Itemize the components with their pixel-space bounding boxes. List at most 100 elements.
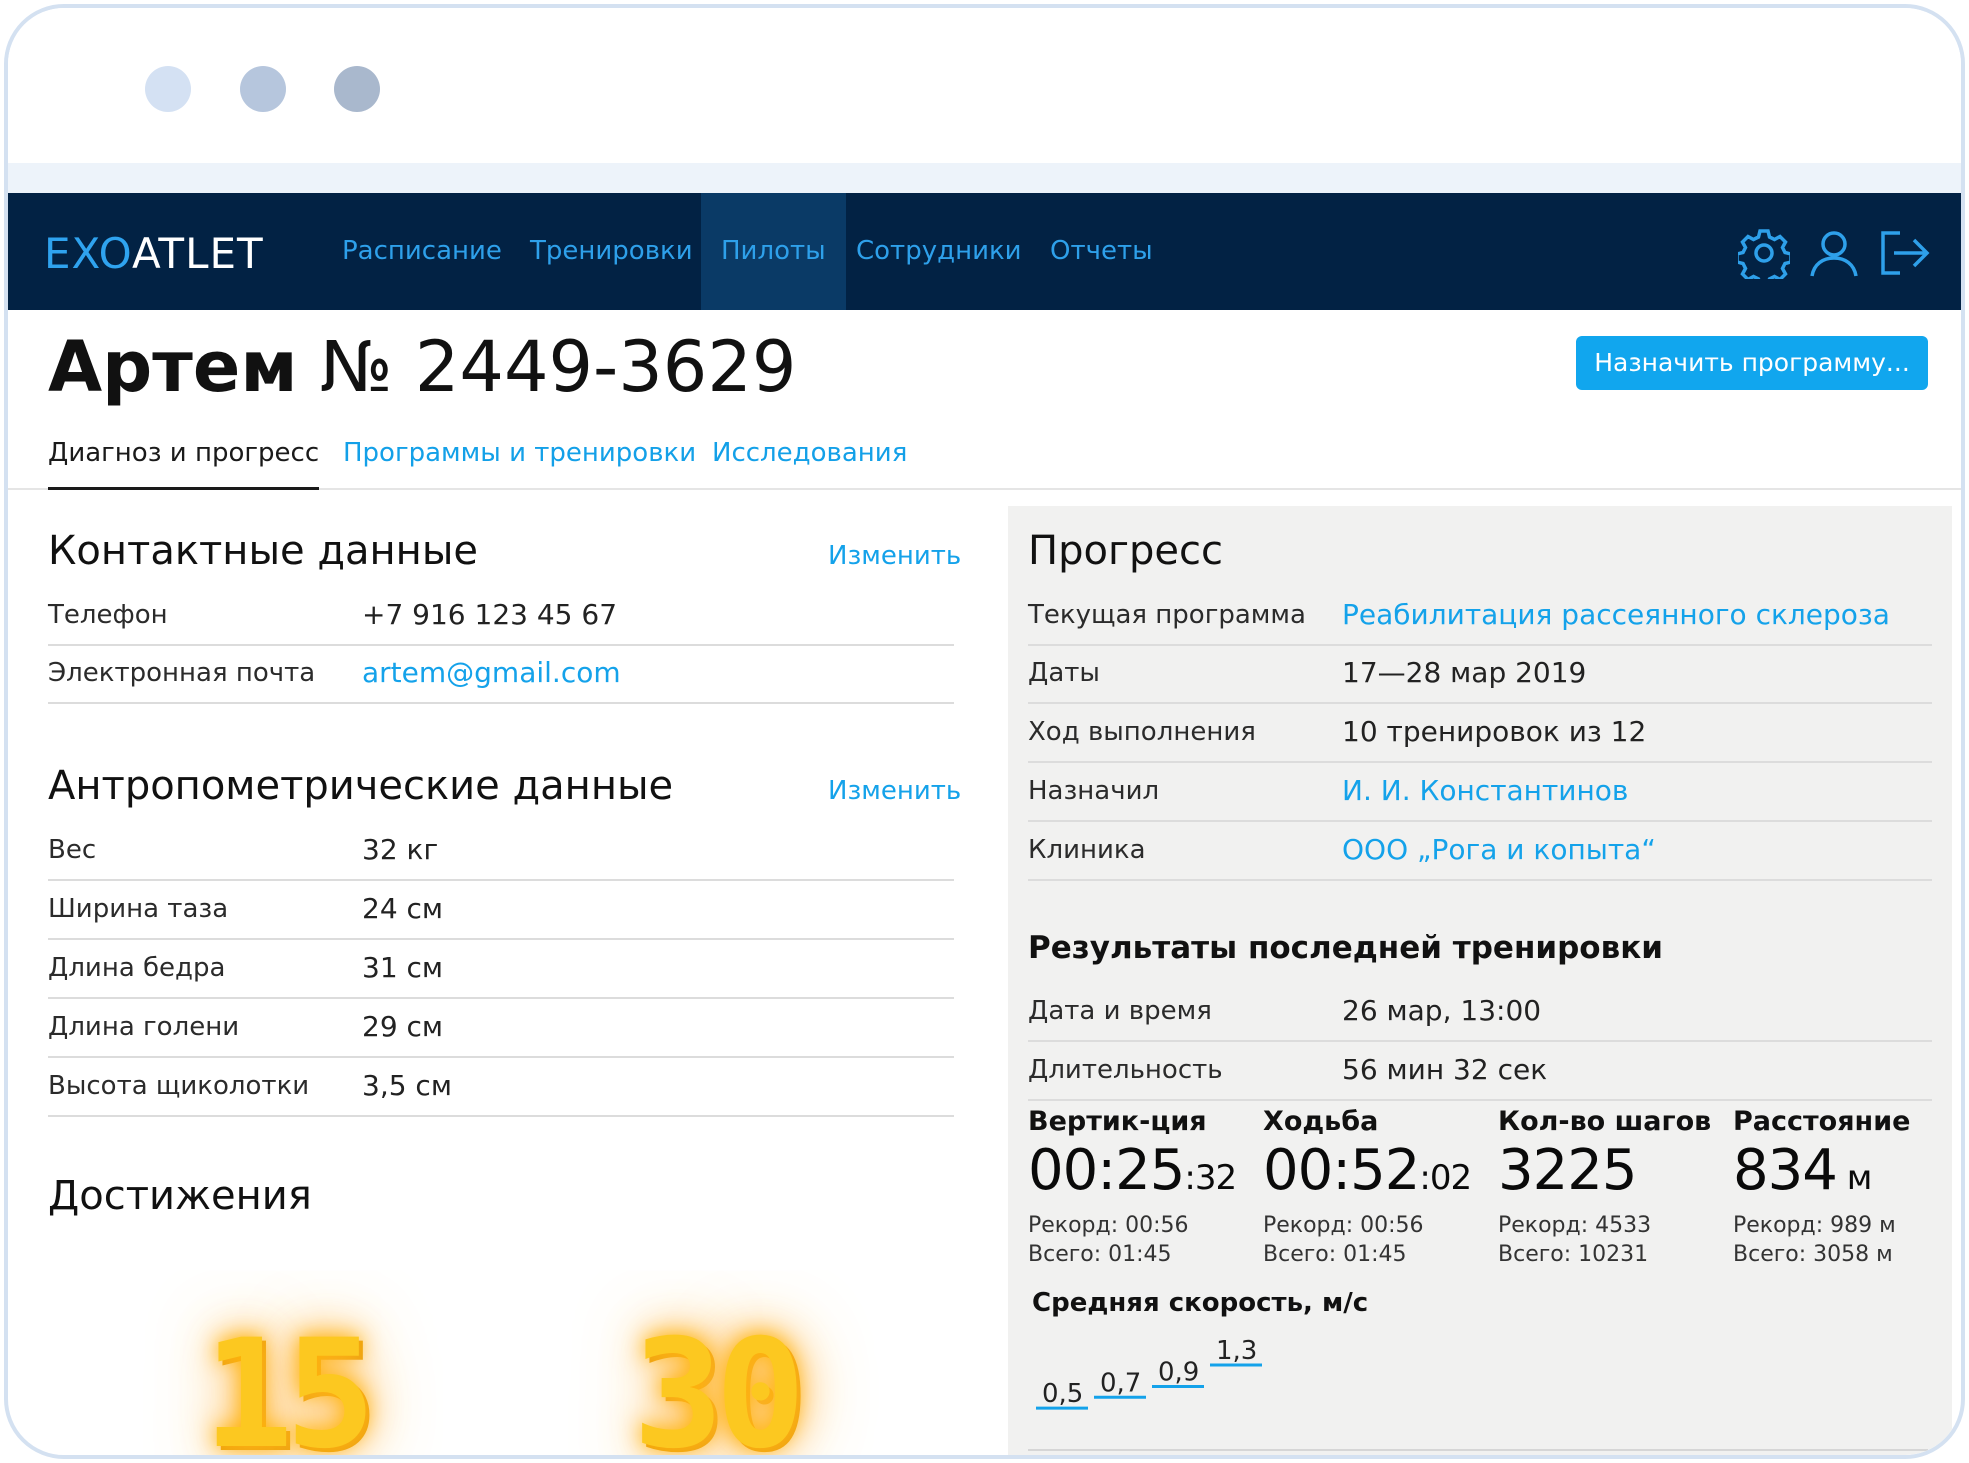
tab-diagnosis-progress[interactable]: Диагноз и прогресс xyxy=(48,438,320,490)
anthropometry-row: Вес 32 кг xyxy=(48,823,954,881)
title-bar-strip xyxy=(8,163,1961,193)
row-value: 32 кг xyxy=(362,833,439,866)
metric-label: Кол-во шагов xyxy=(1498,1106,1712,1137)
metric-total: Всего: 01:45 xyxy=(1263,1242,1407,1267)
row-key: Текущая программа xyxy=(1028,600,1306,630)
metric-distance: Расстояние 834 м Рекорд: 989 м Всего: 30… xyxy=(1733,1106,1961,1269)
logo-part-exo: EXO xyxy=(44,229,132,278)
metric-main: 834 xyxy=(1733,1138,1838,1203)
metric-total: Всего: 3058 м xyxy=(1733,1242,1893,1267)
tab-research[interactable]: Исследования xyxy=(712,438,907,490)
top-navbar: EXOATLET Расписание Тренировки Пилоты Со… xyxy=(8,193,1961,310)
metric-record: Рекорд: 989 м xyxy=(1733,1213,1896,1238)
metric-main: 3225 xyxy=(1498,1138,1638,1203)
window-close-button[interactable] xyxy=(145,66,191,112)
metric-small: м xyxy=(1836,1158,1873,1198)
row-key: Ход выполнения xyxy=(1028,717,1256,747)
progress-row-dates: Даты 17—28 мар 2019 xyxy=(1028,646,1932,704)
metric-main: 00:25 xyxy=(1028,1138,1185,1203)
app-window: EXOATLET Расписание Тренировки Пилоты Со… xyxy=(4,4,1965,1459)
program-link[interactable]: Реабилитация рассеянного склероза xyxy=(1342,598,1890,631)
window-maximize-button[interactable] xyxy=(334,66,380,112)
metric-label: Вертик-ция xyxy=(1028,1106,1207,1137)
edit-contacts-link[interactable]: Изменить xyxy=(828,541,961,571)
anthropometry-row: Длина голени 29 см xyxy=(48,1000,954,1058)
speed-value-label-2: 0,9 xyxy=(1158,1358,1199,1388)
metric-value: 834 м xyxy=(1733,1138,1961,1211)
metric-small: :02 xyxy=(1419,1158,1472,1198)
metric-total: Всего: 10231 xyxy=(1498,1242,1649,1267)
title-bar xyxy=(8,8,1961,163)
nav-item-pilots[interactable]: Пилоты xyxy=(701,193,846,310)
anthropometry-row: Высота щиколотки 3,5 см xyxy=(48,1059,954,1117)
last-training-title: Результаты последней тренировки xyxy=(1028,930,1663,966)
progress-row-clinic: Клиника ООО „Рога и копыта“ xyxy=(1028,823,1932,881)
row-key: Даты xyxy=(1028,658,1100,688)
training-row-datetime: Дата и время 26 мар, 13:00 xyxy=(1028,984,1932,1042)
speed-chart-title: Средняя скорость, м/с xyxy=(1032,1288,1369,1318)
metric-verticalization: Вертик-ция 00:25:32 Рекорд: 00:56 Всего:… xyxy=(1028,1106,1258,1269)
patient-number: № 2449-3629 xyxy=(319,326,797,408)
row-key: Дата и время xyxy=(1028,996,1212,1026)
anthropometry-title: Антропометрические данные xyxy=(48,763,674,809)
row-key: Электронная почта xyxy=(48,658,316,688)
row-value: 26 мар, 13:00 xyxy=(1342,994,1542,1027)
nav-item-trainings[interactable]: Тренировки xyxy=(530,193,693,310)
progress-row-completion: Ход выполнения 10 тренировок из 12 xyxy=(1028,705,1932,763)
metric-value: 3225 xyxy=(1498,1138,1728,1211)
achievements-title: Достижения xyxy=(48,1173,312,1219)
progress-title: Прогресс xyxy=(1028,528,1223,574)
speed-value-label-1: 0,7 xyxy=(1100,1368,1141,1398)
metric-steps: Кол-во шагов 3225 Рекорд: 4533 Всего: 10… xyxy=(1498,1106,1728,1269)
speed-x-tick-0: 28 мар xyxy=(1036,1456,1086,1459)
window-minimize-button[interactable] xyxy=(240,66,286,112)
metric-record: Рекорд: 00:56 xyxy=(1263,1213,1424,1238)
nav-item-schedule[interactable]: Расписание xyxy=(342,193,502,310)
email-link[interactable]: artem@gmail.com xyxy=(362,656,621,689)
metric-small: :32 xyxy=(1184,1158,1237,1198)
metric-value: 00:52:02 xyxy=(1263,1138,1493,1211)
progress-row-program: Текущая программа Реабилитация рассеянно… xyxy=(1028,588,1932,646)
nav-item-reports[interactable]: Отчеты xyxy=(1050,193,1153,310)
speed-chart: 0,5 0,7 0,9 1,3 28 мар 29 30 1 апр xyxy=(1028,1336,1928,1459)
row-key: Вес xyxy=(48,835,97,865)
row-value: 10 тренировок из 12 xyxy=(1342,715,1647,748)
logout-icon[interactable] xyxy=(1878,227,1930,279)
training-row-duration: Длительность 56 мин 32 сек xyxy=(1028,1043,1932,1101)
achievement-badge-30[interactable]: 30 xyxy=(633,1308,806,1455)
speed-x-tick-1: 29 xyxy=(1094,1456,1112,1459)
row-value: 56 мин 32 сек xyxy=(1342,1053,1548,1086)
achievement-badge-15[interactable]: 15 xyxy=(203,1308,376,1455)
phone-value: +7 916 123 45 67 xyxy=(362,598,618,631)
metric-label: Расстояние xyxy=(1733,1106,1911,1137)
metric-label: Ходьба xyxy=(1263,1106,1379,1137)
tab-programs-trainings[interactable]: Программы и тренировки xyxy=(343,438,696,490)
contacts-title: Контактные данные xyxy=(48,528,479,574)
doctor-link[interactable]: И. И. Константинов xyxy=(1342,774,1628,807)
speed-x-tick-2: 30 xyxy=(1152,1456,1170,1459)
row-value: 17—28 мар 2019 xyxy=(1342,656,1587,689)
row-key: Длина бедра xyxy=(48,953,226,983)
speed-value-label-3: 1,3 xyxy=(1216,1336,1257,1366)
anthropometry-row: Ширина таза 24 см xyxy=(48,882,954,940)
row-key: Телефон xyxy=(48,600,168,630)
anthropometry-row: Длина бедра 31 см xyxy=(48,941,954,999)
clinic-link[interactable]: ООО „Рога и копыта“ xyxy=(1342,833,1656,866)
row-value: 29 см xyxy=(362,1010,444,1043)
nav-item-staff[interactable]: Сотрудники xyxy=(856,193,1022,310)
assign-program-button[interactable]: Назначить программу... xyxy=(1576,336,1928,390)
contact-row-email: Электронная почта artem@gmail.com xyxy=(48,646,954,704)
row-value: 3,5 см xyxy=(362,1069,452,1102)
user-icon[interactable] xyxy=(1808,227,1860,279)
edit-anthropometry-link[interactable]: Изменить xyxy=(828,776,961,806)
metric-walking: Ходьба 00:52:02 Рекорд: 00:56 Всего: 01:… xyxy=(1263,1106,1493,1269)
gear-icon[interactable] xyxy=(1738,227,1790,279)
metric-main: 00:52 xyxy=(1263,1138,1420,1203)
row-key: Высота щиколотки xyxy=(48,1071,310,1101)
patient-name: Артем xyxy=(48,326,298,408)
speed-x-tick-3: 1 апр xyxy=(1210,1456,1250,1459)
row-key: Длина голени xyxy=(48,1012,240,1042)
metric-record: Рекорд: 4533 xyxy=(1498,1213,1652,1238)
exoatlet-logo[interactable]: EXOATLET xyxy=(44,229,264,278)
contact-row-phone: Телефон +7 916 123 45 67 xyxy=(48,588,954,646)
